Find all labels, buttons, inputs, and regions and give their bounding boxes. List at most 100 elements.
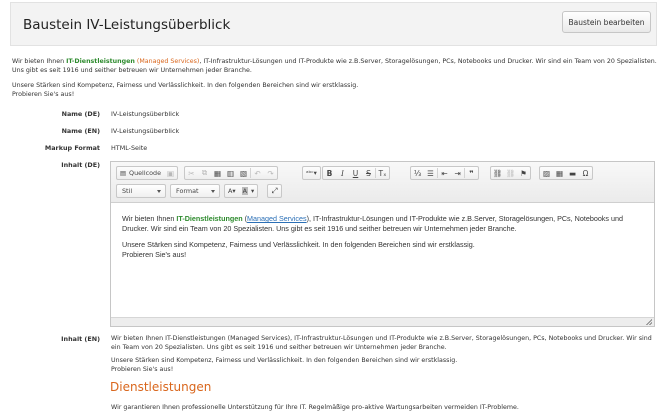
table-button[interactable]: ▦ xyxy=(553,167,566,179)
redo-button[interactable]: ↷ xyxy=(264,167,277,179)
intro-line-2: Probieren Sie's aus! xyxy=(12,90,75,98)
editor-link-managed-services[interactable]: Managed Services xyxy=(247,214,307,223)
italic-icon: I xyxy=(341,168,344,178)
cut-button[interactable]: ✂ xyxy=(185,167,198,179)
bold-icon: B xyxy=(326,168,333,178)
section-title-dienstleistungen: Dienstleistungen xyxy=(110,380,212,394)
undo-button[interactable]: ↶ xyxy=(251,167,264,179)
name-de-label: Name (DE) xyxy=(61,110,100,118)
editor-line-1: Unsere Stärken sind Kompetenz, Fairness … xyxy=(122,239,475,249)
image-button[interactable]: ▨ xyxy=(540,167,553,179)
toolbar-group-document: ▤ Quellcode ▣ xyxy=(116,166,179,180)
link-icon: ⛓ xyxy=(492,168,503,178)
name-de-value: IV-Leistungsüberblick xyxy=(111,110,180,118)
paste-text-button[interactable]: ▥ xyxy=(224,167,237,179)
indent-button[interactable]: ⇥ xyxy=(451,167,464,179)
content-en-label: Inhalt (EN) xyxy=(61,335,100,343)
paste-text-icon: ▥ xyxy=(226,168,235,178)
toolbar-group-spell: ᵃᵇᶜ▾ xyxy=(302,166,321,180)
page-title: Baustein IV-Leistungsüberblick xyxy=(23,17,231,33)
content-de-label: Inhalt (DE) xyxy=(61,161,100,169)
italic-button[interactable]: I xyxy=(336,167,349,179)
toolbar-group-clipboard: ✂ ⧉ ▦ ▥ ▧ ↶ ↷ xyxy=(184,166,278,180)
content-en-paragraph-1: Wir bieten Ihnen IT-Dienstleistungen (Ma… xyxy=(111,335,652,351)
toolbar-group-tools: ⤢ xyxy=(267,184,282,198)
editor-toolbar: ▤ Quellcode ▣ ✂ ⧉ ▦ ▥ ▧ ↶ ↷ ᵃᵇᶜ▾ B I U S… xyxy=(111,162,654,203)
content-en-line-1: Unsere Stärken sind Kompetenz, Fairness … xyxy=(111,357,458,364)
cut-icon: ✂ xyxy=(188,168,195,178)
name-en-label: Name (EN) xyxy=(61,127,100,135)
underline-button[interactable]: U xyxy=(349,167,362,179)
bg-color-icon: A xyxy=(241,187,248,195)
style-select-value: Stil xyxy=(122,187,133,195)
source-label: Quellcode xyxy=(129,169,162,177)
outdent-icon: ⇤ xyxy=(441,168,448,178)
paste-button[interactable]: ▦ xyxy=(211,167,224,179)
maximize-icon: ⤢ xyxy=(271,186,278,195)
bulleted-list-button[interactable]: ☰ xyxy=(424,167,437,179)
editor-line-2: Probieren Sie's aus! xyxy=(122,250,187,260)
intro-paren: (Managed Services) xyxy=(136,58,200,65)
strike-icon: S xyxy=(366,168,371,178)
format-select[interactable]: Format xyxy=(170,184,220,198)
bold-button[interactable]: B xyxy=(323,167,336,179)
undo-icon: ↶ xyxy=(254,168,261,178)
remove-format-button[interactable]: Tₓ xyxy=(376,167,389,179)
editor-paragraph-1: Wir bieten Ihnen IT-Dienstleistungen (Ma… xyxy=(122,214,623,234)
anchor-button[interactable]: ⚑ xyxy=(517,167,530,179)
strike-button[interactable]: S xyxy=(362,167,375,179)
special-char-icon: Ω xyxy=(582,168,589,178)
spellcheck-icon: ᵃᵇᶜ▾ xyxy=(306,169,317,177)
indent-icon: ⇥ xyxy=(454,168,461,178)
chevron-down-icon xyxy=(211,190,215,193)
blockquote-icon: ❞ xyxy=(469,168,474,178)
blockquote-button[interactable]: ❞ xyxy=(465,167,478,179)
chevron-down-icon: ▾ xyxy=(250,187,255,195)
intro-paragraph-1: Wir bieten Ihnen IT-Dienstleistungen (Ma… xyxy=(12,58,657,75)
resize-grip-icon[interactable] xyxy=(646,319,652,325)
toolbar-group-links: ⛓ ⛓ ⚑ xyxy=(490,166,531,180)
text-color-button[interactable]: A▾ xyxy=(225,185,239,197)
paste-word-icon: ▧ xyxy=(239,168,248,178)
editor-paragraph-2: Unsere Stärken sind Kompetenz, Fairness … xyxy=(122,240,643,261)
outdent-button[interactable]: ⇤ xyxy=(438,167,451,179)
copy-icon: ⧉ xyxy=(201,168,208,177)
intro-text-before: Wir bieten Ihnen xyxy=(12,58,67,65)
intro-highlight: IT-Dienstleistungen xyxy=(66,58,135,65)
link-button[interactable]: ⛓ xyxy=(491,167,504,179)
markup-format-label: Markup Format xyxy=(44,144,100,152)
special-char-button[interactable]: Ω xyxy=(579,167,592,179)
horizontal-rule-icon: ▬ xyxy=(568,168,577,178)
intro-line-1: Unsere Stärken sind Kompetenz, Fairness … xyxy=(12,82,359,89)
save-button[interactable]: ▣ xyxy=(164,167,177,179)
unlink-button[interactable]: ⛓ xyxy=(504,167,517,179)
source-icon: ▤ xyxy=(120,169,127,177)
editor-highlight: IT-Dienstleistungen xyxy=(176,214,243,223)
editor-content-area[interactable]: Wir bieten Ihnen IT-Dienstleistungen (Ma… xyxy=(112,204,653,317)
rich-text-editor: ▤ Quellcode ▣ ✂ ⧉ ▦ ▥ ▧ ↶ ↷ ᵃᵇᶜ▾ B I U S… xyxy=(110,161,655,327)
table-icon: ▦ xyxy=(555,168,564,178)
bg-color-button[interactable]: A ▾ xyxy=(239,185,258,197)
anchor-icon: ⚑ xyxy=(520,168,527,178)
paste-word-button[interactable]: ▧ xyxy=(237,167,250,179)
format-select-value: Format xyxy=(176,187,199,195)
save-icon: ▣ xyxy=(166,168,175,178)
content-en-paragraph-2: Unsere Stärken sind Kompetenz, Fairness … xyxy=(111,357,656,374)
text-color-icon: A▾ xyxy=(228,187,236,195)
bulleted-list-icon: ☰ xyxy=(427,168,434,178)
copy-button[interactable]: ⧉ xyxy=(198,167,211,179)
edit-block-button[interactable]: Baustein bearbeiten xyxy=(562,11,651,33)
maximize-button[interactable]: ⤢ xyxy=(268,185,281,197)
paste-icon: ▦ xyxy=(213,168,222,178)
source-button[interactable]: ▤ Quellcode xyxy=(117,167,164,179)
intro-paragraph-2: Unsere Stärken sind Kompetenz, Fairness … xyxy=(12,82,657,99)
numbered-list-button[interactable]: ⅓ xyxy=(411,167,424,179)
content-en-line-2: Probieren Sie's aus! xyxy=(111,365,174,373)
chevron-down-icon xyxy=(157,190,161,193)
underline-icon: U xyxy=(352,168,359,178)
horizontal-rule-button[interactable]: ▬ xyxy=(566,167,579,179)
spellcheck-button[interactable]: ᵃᵇᶜ▾ xyxy=(303,167,320,179)
toolbar-group-colors: A▾ A ▾ xyxy=(224,184,259,198)
section-text: Wir garantieren Ihnen professionelle Unt… xyxy=(111,404,519,411)
style-select[interactable]: Stil xyxy=(116,184,166,198)
